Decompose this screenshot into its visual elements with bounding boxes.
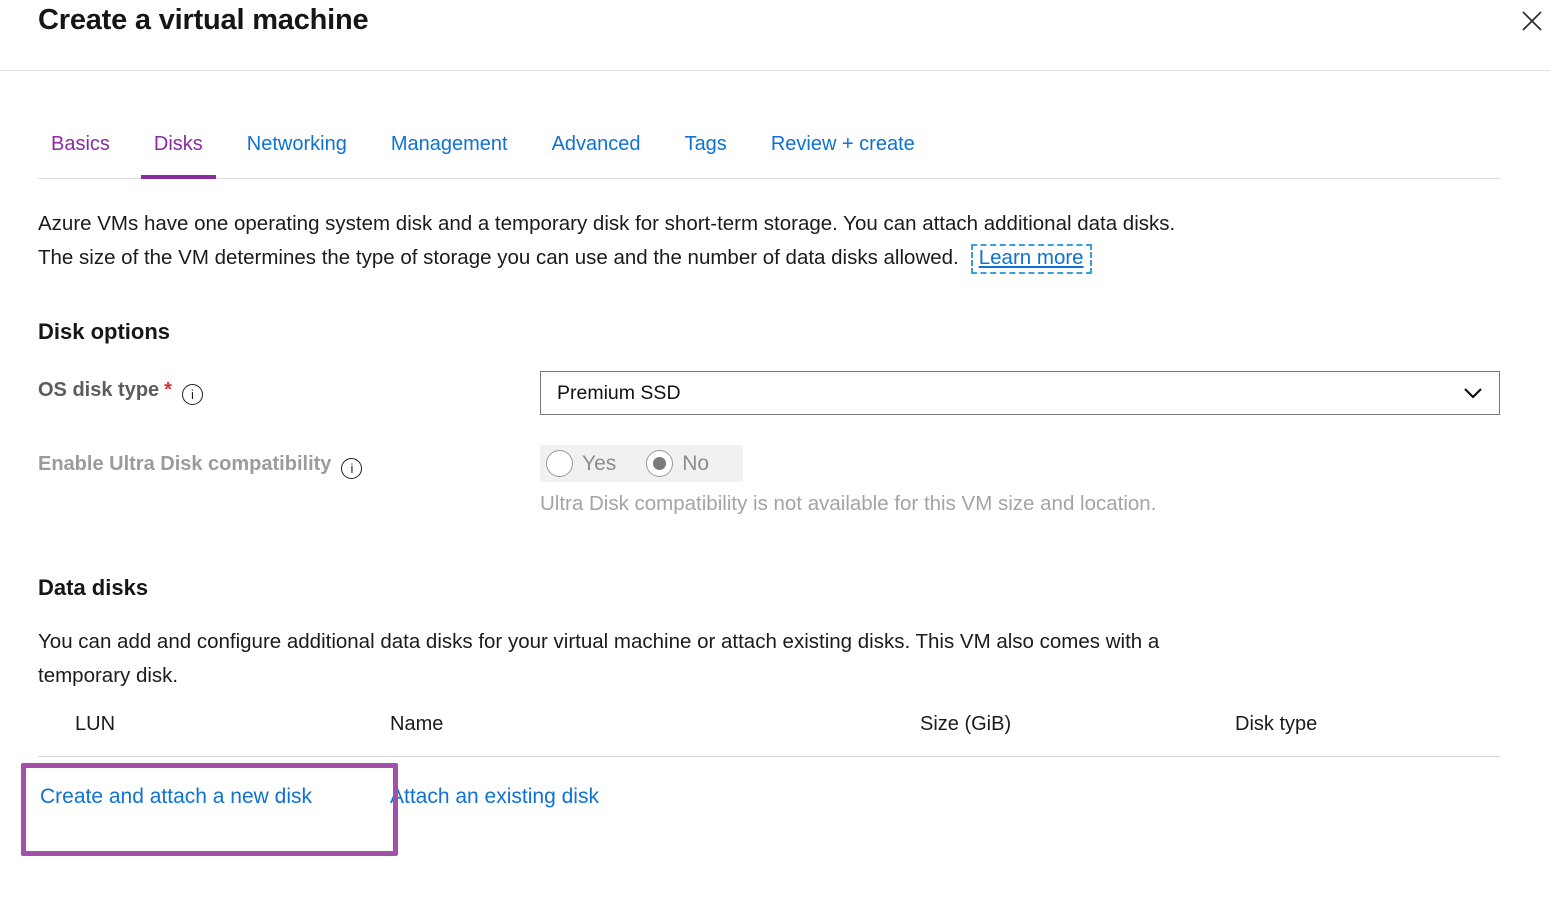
data-disks-heading: Data disks — [38, 575, 1550, 601]
radio-unselected-icon — [546, 450, 573, 477]
os-disk-type-dropdown[interactable]: Premium SSD — [540, 371, 1500, 415]
close-button[interactable] — [1517, 7, 1547, 37]
page-title: Create a virtual machine — [0, 0, 1550, 37]
data-disks-desc-line-1: You can add and configure additional dat… — [38, 630, 1159, 653]
attach-existing-disk-link[interactable]: Attach an existing disk — [390, 785, 599, 809]
wizard-tab-bar: Basics Disks Networking Management Advan… — [38, 133, 1500, 179]
tab-disks[interactable]: Disks — [141, 133, 216, 178]
column-header-lun: LUN — [75, 713, 390, 736]
os-disk-type-value: Premium SSD — [557, 382, 1463, 405]
data-disks-description: You can add and configure additional dat… — [38, 625, 1500, 693]
radio-yes-label: Yes — [582, 452, 616, 476]
data-disks-actions: Create and attach a new disk Attach an e… — [38, 757, 1500, 809]
tab-advanced[interactable]: Advanced — [539, 133, 654, 178]
intro-line-2: The size of the VM determines the type o… — [38, 246, 959, 269]
os-disk-type-label: OS disk type — [38, 379, 159, 401]
column-header-name: Name — [390, 713, 920, 736]
ultra-disk-helper-text: Ultra Disk compatibility is not availabl… — [540, 489, 1500, 519]
ultra-disk-option-yes[interactable]: Yes — [546, 450, 616, 477]
learn-more-link[interactable]: Learn more — [971, 244, 1092, 274]
ultra-disk-label-cell: Enable Ultra Disk compatibility i — [38, 445, 540, 479]
tab-basics[interactable]: Basics — [38, 133, 123, 178]
tab-review-create[interactable]: Review + create — [758, 133, 928, 178]
ultra-disk-row: Enable Ultra Disk compatibility i Yes No … — [38, 445, 1500, 519]
create-and-attach-new-disk-link[interactable]: Create and attach a new disk — [40, 785, 312, 809]
ultra-disk-radio-group: Yes No — [540, 445, 743, 482]
info-icon[interactable]: i — [182, 384, 203, 405]
ultra-disk-option-no[interactable]: No — [646, 450, 709, 477]
create-vm-dialog: Create a virtual machine Basics Disks Ne… — [0, 0, 1550, 922]
close-icon — [1520, 9, 1544, 36]
disks-intro-text: Azure VMs have one operating system disk… — [38, 207, 1500, 275]
dialog-header: Create a virtual machine — [0, 0, 1550, 71]
data-disks-table-header: LUN Name Size (GiB) Disk type — [38, 713, 1500, 757]
ultra-disk-control-cell: Yes No Ultra Disk compatibility is not a… — [540, 445, 1500, 519]
column-header-disk-type: Disk type — [1235, 713, 1500, 736]
intro-line-1: Azure VMs have one operating system disk… — [38, 212, 1175, 235]
data-disks-desc-line-2: temporary disk. — [38, 664, 178, 687]
column-header-size: Size (GiB) — [920, 713, 1235, 736]
os-disk-type-row: OS disk type* i Premium SSD — [38, 371, 1500, 415]
radio-no-label: No — [682, 452, 709, 476]
required-marker: * — [164, 379, 172, 401]
tab-tags[interactable]: Tags — [672, 133, 740, 178]
os-disk-type-label-cell: OS disk type* i — [38, 371, 540, 405]
chevron-down-icon — [1463, 387, 1483, 399]
radio-selected-icon — [646, 450, 673, 477]
os-disk-type-control-cell: Premium SSD — [540, 371, 1500, 415]
disk-options-heading: Disk options — [38, 319, 1550, 345]
ultra-disk-label: Enable Ultra Disk compatibility — [38, 453, 331, 475]
info-icon[interactable]: i — [341, 458, 362, 479]
tab-networking[interactable]: Networking — [234, 133, 360, 178]
tab-management[interactable]: Management — [378, 133, 521, 178]
